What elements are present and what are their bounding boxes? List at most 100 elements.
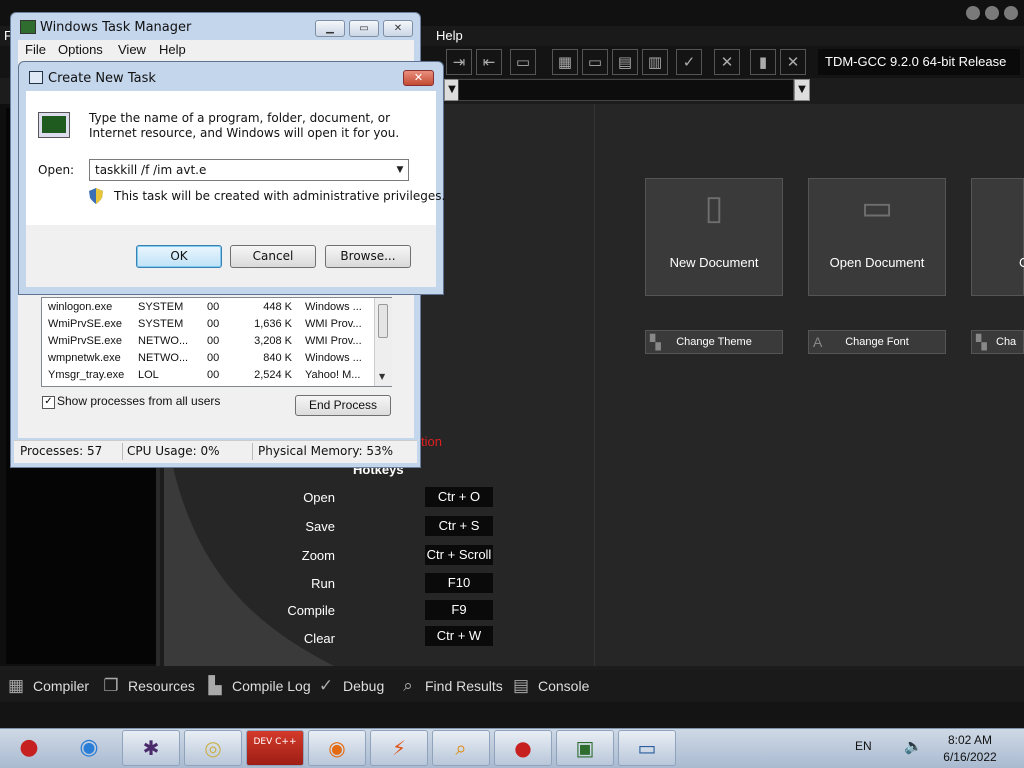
compiler-select[interactable]: TDM-GCC 9.2.0 64-bit Release bbox=[818, 49, 1020, 75]
close-circle-icon[interactable] bbox=[1004, 6, 1018, 20]
menu-view[interactable]: View bbox=[118, 42, 146, 57]
dialog-app-icon bbox=[29, 71, 43, 84]
process-memory: 1,636 K bbox=[254, 318, 292, 330]
hotkey-key-open: Ctr + O bbox=[425, 487, 493, 507]
grid-icon[interactable]: ▦ bbox=[552, 49, 578, 75]
tab-debug[interactable]: ✓ Debug bbox=[315, 670, 384, 702]
hotkey-key-compile: F9 bbox=[425, 600, 493, 620]
dialog-description: Type the name of a program, folder, docu… bbox=[89, 111, 400, 140]
cancel-button[interactable]: Cancel bbox=[230, 245, 316, 268]
third-small-button[interactable]: ▚ Cha bbox=[971, 330, 1024, 354]
new-document-card[interactable]: ▯ New Document bbox=[645, 178, 783, 296]
chevron-down-icon[interactable]: ▼ bbox=[794, 79, 810, 101]
process-list-scrollbar[interactable]: ▼ bbox=[374, 298, 392, 386]
create-task-icon[interactable]: ▭ bbox=[618, 730, 676, 766]
comment-icon[interactable]: ▭ bbox=[510, 49, 536, 75]
console-icon: ▤ bbox=[512, 676, 530, 695]
language-indicator[interactable]: EN bbox=[855, 739, 872, 753]
ok-button[interactable]: OK bbox=[136, 245, 222, 268]
minimize-circle-icon[interactable] bbox=[966, 6, 980, 20]
process-description: Windows ... bbox=[305, 352, 362, 364]
clock-date[interactable]: 6/16/2022 bbox=[925, 750, 1015, 764]
dev-cpp-icon[interactable]: DEV C++ bbox=[246, 730, 304, 766]
menu-help[interactable]: Help bbox=[436, 28, 463, 43]
tab-find-results[interactable]: ⌕ Find Results bbox=[397, 670, 503, 702]
tab-compile-log[interactable]: ▙ Compile Log bbox=[204, 670, 310, 702]
status-processes: Processes: 57 bbox=[20, 444, 103, 458]
open-command-input[interactable] bbox=[89, 159, 409, 181]
change-theme-button[interactable]: ▚ Change Theme bbox=[645, 330, 783, 354]
power-icon[interactable]: ⚡ bbox=[370, 730, 428, 766]
tab-compiler[interactable]: ▦ Compiler bbox=[5, 670, 89, 702]
status-memory: Physical Memory: 53% bbox=[258, 444, 394, 458]
settings-icon: ▚ bbox=[976, 334, 987, 350]
third-card[interactable]: C bbox=[971, 178, 1024, 296]
chrome-icon[interactable]: ◉ bbox=[66, 730, 112, 766]
dvd-icon[interactable]: ◎ bbox=[184, 730, 242, 766]
menu-options[interactable]: Options bbox=[58, 42, 103, 57]
indent-icon[interactable]: ⇥ bbox=[446, 49, 472, 75]
tab-console[interactable]: ▤ Console bbox=[510, 670, 589, 702]
menu-help[interactable]: Help bbox=[159, 42, 186, 57]
window-icon[interactable]: ▭ bbox=[582, 49, 608, 75]
window-title: Windows Task Manager bbox=[40, 20, 192, 35]
chevron-down-icon[interactable]: ▼ bbox=[379, 372, 385, 381]
card-label: C bbox=[1019, 255, 1024, 270]
process-name: Ymsgr_tray.exe bbox=[48, 369, 125, 381]
angry-birds-start-icon[interactable]: ● bbox=[6, 730, 52, 766]
panel-icon[interactable]: ▥ bbox=[642, 49, 668, 75]
process-cpu: 00 bbox=[207, 335, 220, 347]
scrollbar-thumb[interactable] bbox=[378, 304, 388, 338]
uac-shield-icon bbox=[89, 188, 103, 204]
process-user: SYSTEM bbox=[138, 318, 184, 330]
grid-icon: ▦ bbox=[7, 676, 25, 695]
close-button[interactable]: ✕ bbox=[403, 70, 434, 86]
maximize-button[interactable]: ▭ bbox=[349, 20, 379, 37]
delete-icon[interactable]: ✕ bbox=[780, 49, 806, 75]
process-description: Yahoo! M... bbox=[305, 369, 361, 381]
new-document-icon: ▯ bbox=[704, 189, 724, 227]
clock-time[interactable]: 8:02 AM bbox=[925, 733, 1015, 747]
end-process-button[interactable]: End Process bbox=[295, 395, 391, 416]
unindent-icon[interactable]: ⇤ bbox=[476, 49, 502, 75]
card-label: New Document bbox=[669, 255, 759, 270]
check-icon: ✓ bbox=[318, 676, 334, 695]
show-all-users-checkbox[interactable]: ✓ bbox=[42, 396, 55, 409]
process-name: WmiPrvSE.exe bbox=[48, 335, 122, 347]
chart-icon: ▙ bbox=[208, 676, 222, 695]
maximize-circle-icon[interactable] bbox=[985, 6, 999, 20]
process-description: WMI Prov... bbox=[305, 318, 362, 330]
check-icon[interactable]: ✓ bbox=[676, 49, 702, 75]
tab-resources[interactable]: ❐ Resources bbox=[100, 670, 195, 702]
firefox-icon[interactable]: ◉ bbox=[308, 730, 366, 766]
run-program-icon bbox=[38, 112, 70, 138]
process-memory: 448 K bbox=[263, 301, 292, 313]
minimize-button[interactable]: ▁ bbox=[315, 20, 345, 37]
change-font-button[interactable]: A Change Font bbox=[808, 330, 946, 354]
spider-icon[interactable]: ✱ bbox=[122, 730, 180, 766]
tab-label: Resources bbox=[128, 678, 195, 694]
close-button[interactable]: ✕ bbox=[383, 20, 413, 37]
cross-icon[interactable]: ✕ bbox=[714, 49, 740, 75]
task-manager-statusbar: Processes: 57 CPU Usage: 0% Physical Mem… bbox=[14, 440, 417, 463]
volume-icon[interactable]: 🔈 bbox=[904, 737, 923, 755]
process-list[interactable]: winlogon.exe SYSTEM 00 448 K Windows ...… bbox=[41, 297, 392, 387]
status-divider bbox=[122, 443, 123, 460]
browse-button[interactable]: Browse... bbox=[325, 245, 411, 268]
task-manager-icon[interactable]: ▣ bbox=[556, 730, 614, 766]
menu-file[interactable]: File bbox=[25, 42, 46, 57]
show-all-users-label[interactable]: Show processes from all users bbox=[57, 394, 220, 408]
calculator-icon[interactable]: ▤ bbox=[612, 49, 638, 75]
chart-icon[interactable]: ▮ bbox=[750, 49, 776, 75]
open-document-card[interactable]: ▭ Open Document bbox=[808, 178, 946, 296]
function-dropdown[interactable] bbox=[458, 79, 794, 101]
status-divider bbox=[252, 443, 253, 460]
search-app-icon[interactable]: ⌕ bbox=[432, 730, 490, 766]
chevron-down-icon[interactable]: ▼ bbox=[393, 161, 407, 179]
section-title-fragment: tion bbox=[421, 434, 442, 449]
angry-birds-icon[interactable]: ● bbox=[494, 730, 552, 766]
button-label: Change Theme bbox=[676, 336, 752, 348]
process-memory: 840 K bbox=[263, 352, 292, 364]
hotkey-label-clear: Clear bbox=[303, 631, 335, 646]
hotkey-label-run: Run bbox=[311, 576, 335, 591]
